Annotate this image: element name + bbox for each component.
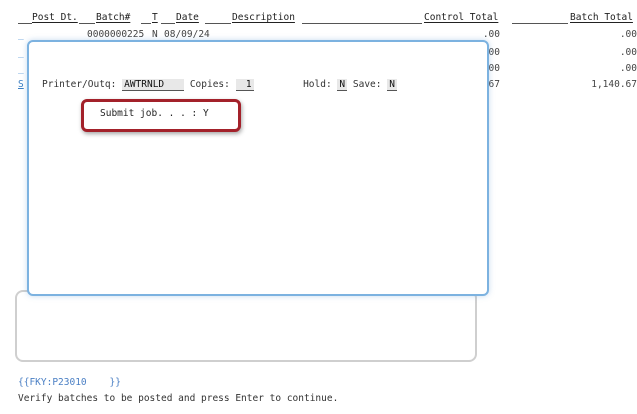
hold-label: Hold: xyxy=(303,79,332,90)
header-rule xyxy=(141,23,151,24)
copies-input[interactable]: 1 xyxy=(235,79,254,91)
col-control-total: Control Total xyxy=(424,12,499,23)
col-batch: Batch# xyxy=(96,12,131,23)
submit-job-input[interactable]: Y xyxy=(203,108,209,119)
row-select-field[interactable]: S xyxy=(18,79,24,90)
printer-outq-label: Printer/Outq: xyxy=(42,79,117,90)
cell-date: 08/09/24 xyxy=(164,29,210,40)
header-rule xyxy=(512,23,568,24)
printer-outq-input[interactable]: AWTRNLD xyxy=(122,79,185,91)
header-rule xyxy=(79,23,95,24)
print-options-window: Printer/Outq: AWTRNLD Copies: 1 Hold: N … xyxy=(27,40,489,296)
submit-job-line: Submit job. . . : Y xyxy=(100,108,209,119)
save-input[interactable]: N xyxy=(387,79,397,91)
cell-batch-total: .00 xyxy=(619,47,637,58)
hold-input[interactable]: N xyxy=(337,79,348,91)
col-description: Description xyxy=(232,12,295,23)
submit-job-highlight: Submit job. . . : Y xyxy=(81,99,241,132)
col-date: Date xyxy=(176,12,199,23)
cell-batch: 0000000225 xyxy=(87,29,145,40)
header-rule xyxy=(302,23,422,24)
header-rule xyxy=(205,23,231,24)
cell-control-total: .00 xyxy=(482,29,500,40)
cell-batch-total: 1,140.67 xyxy=(591,79,637,90)
col-post-dt: Post Dt. xyxy=(32,12,78,23)
row-select-field[interactable]: _ xyxy=(18,29,24,40)
cell-t: N xyxy=(152,29,158,40)
header-rule xyxy=(18,23,32,24)
cell-batch-total: .00 xyxy=(619,29,637,40)
cell-batch-total: .00 xyxy=(619,63,637,74)
submit-job-label: Submit job. . . : xyxy=(100,108,198,119)
function-key-line[interactable]: {{FKY:P23010 }} xyxy=(18,377,121,388)
copies-label: Copies: xyxy=(189,79,230,90)
printer-options-line: Printer/Outq: AWTRNLD Copies: 1 Hold: N … xyxy=(42,79,397,91)
header-rule xyxy=(161,23,175,24)
instruction-text: Verify batches to be posted and press En… xyxy=(18,393,339,404)
col-t: T xyxy=(152,12,158,23)
row-select-field[interactable]: _ xyxy=(18,63,24,74)
save-label: Save: xyxy=(352,79,382,90)
col-batch-total: Batch Total xyxy=(570,12,633,23)
row-select-field[interactable]: _ xyxy=(18,47,24,58)
message-panel xyxy=(15,290,477,362)
